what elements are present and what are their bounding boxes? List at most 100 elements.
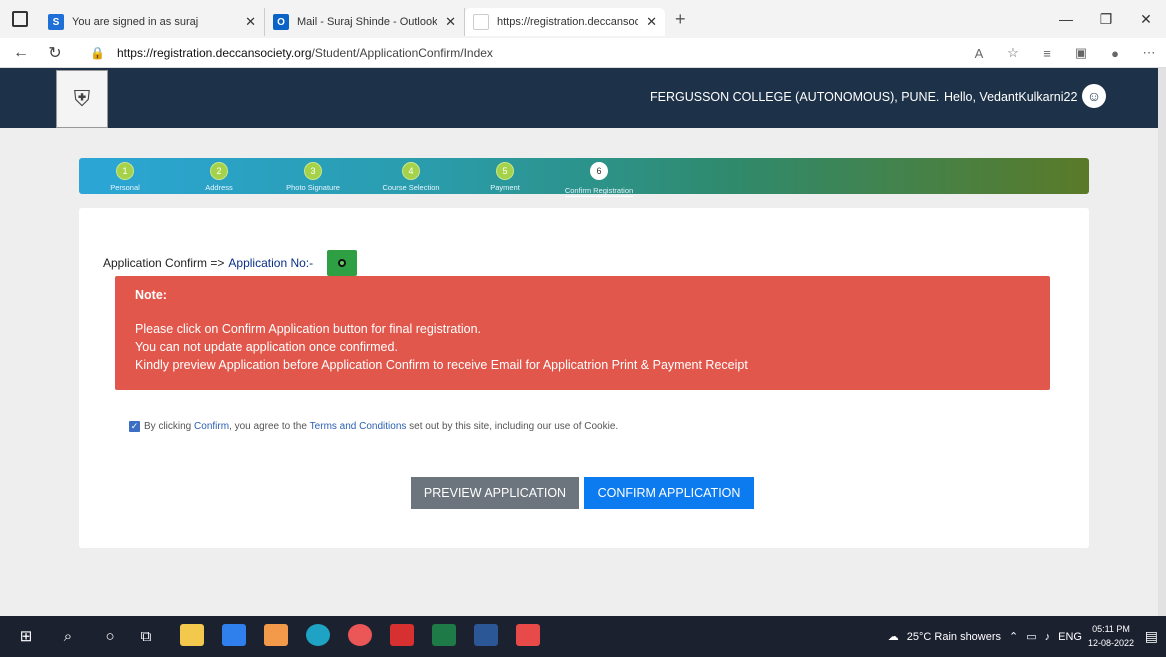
step-label: Address — [205, 183, 233, 192]
firefox-icon[interactable] — [264, 624, 288, 646]
note-line: You can not update application once conf… — [135, 340, 398, 354]
college-logo[interactable]: ⛨ — [56, 70, 108, 128]
browser-tab-active[interactable]: https://registration.deccansociet ✕ — [465, 8, 665, 36]
close-tab-icon[interactable]: ✕ — [646, 14, 657, 30]
note-line: Please click on Confirm Application butt… — [135, 322, 482, 336]
url-domain: https://registration.deccansociety.org — [116, 45, 312, 60]
step-number: 5 — [496, 162, 514, 180]
step-label: Payment — [490, 183, 520, 192]
confirm-application-button[interactable]: CONFIRM APPLICATION — [584, 477, 754, 509]
step-number: 4 — [402, 162, 420, 180]
confirm-link[interactable]: Confirm — [194, 421, 229, 432]
tab-title: You are signed in as suraj — [72, 16, 199, 28]
system-tray: ☁ 25°C Rain showers ⌃ ▭ ♪ ENG — [880, 616, 1082, 657]
browser-tab-strip: S You are signed in as suraj ✕ O Mail - … — [0, 0, 1166, 38]
agree-text: By clicking — [144, 421, 192, 432]
read-aloud-icon[interactable]: A — [962, 46, 996, 61]
step-number: 1 — [116, 162, 134, 180]
task-view-icon[interactable]: ⧉ — [134, 624, 158, 648]
browser-toolbar-icons: A ☆ ≡ ▣ ● ⋯ — [962, 38, 1166, 68]
note-title: Note: — [135, 288, 167, 302]
address-bar-row: ← ↻ 🔒 https://registration.deccansociety… — [0, 38, 1166, 68]
application-number-line: Application Confirm => Application No:- — [103, 250, 358, 276]
application-status-button[interactable] — [327, 250, 358, 276]
tray-chevron-icon[interactable]: ⌃ — [1009, 630, 1018, 643]
address-bar[interactable]: https://registration.deccansociety.org/S… — [117, 46, 493, 60]
url-path: /Student/ApplicationConfirm/Index — [311, 45, 493, 60]
app-icon[interactable] — [516, 624, 540, 646]
page-viewport: ⛨ FERGUSSON COLLEGE (AUTONOMOUS), PUNE. … — [0, 68, 1158, 616]
browser-tab[interactable]: S You are signed in as suraj ✕ — [40, 8, 265, 36]
chrome-icon[interactable] — [348, 624, 372, 646]
step-payment[interactable]: 5 Payment — [465, 162, 545, 192]
clock-time: 05:11 PM — [1092, 624, 1130, 634]
step-number: 6 — [590, 162, 608, 180]
clock[interactable]: 05:11 PM 12-08-2022 — [1086, 622, 1136, 650]
tab-title: Mail - Suraj Shinde - Outlook — [297, 16, 438, 28]
page-scrollbar[interactable] — [1158, 68, 1166, 616]
excel-icon[interactable] — [432, 624, 456, 646]
maximize-icon[interactable]: ❐ — [1086, 11, 1126, 28]
minimize-icon[interactable]: — — [1046, 11, 1086, 27]
step-label: Confirm Registration — [564, 186, 634, 197]
registration-stepper: 1 Personal 2 Address 3 Photo Signature 4… — [79, 158, 1089, 197]
weather-text[interactable]: 25°C Rain showers — [907, 631, 1001, 643]
step-number: 3 — [304, 162, 322, 180]
volume-icon[interactable]: ♪ — [1045, 631, 1051, 643]
browser-tab[interactable]: O Mail - Suraj Shinde - Outlook ✕ — [265, 8, 465, 36]
step-number: 2 — [210, 162, 228, 180]
more-menu-icon[interactable]: ⋯ — [1132, 45, 1166, 61]
close-tab-icon[interactable]: ✕ — [445, 14, 456, 30]
college-name: FERGUSSON COLLEGE (AUTONOMOUS), PUNE. — [650, 90, 940, 104]
step-label: Personal — [110, 183, 140, 192]
step-label: Course Selection — [382, 183, 440, 192]
back-icon[interactable]: ← — [8, 44, 34, 62]
user-greeting[interactable]: Hello, VedantKulkarni22 — [944, 90, 1077, 104]
application-confirm-label: Application Confirm => — [103, 256, 225, 270]
tab-title: https://registration.deccansociet — [497, 16, 639, 28]
step-personal[interactable]: 1 Personal — [85, 162, 165, 192]
network-icon[interactable]: ▭ — [1026, 630, 1036, 643]
windows-start-icon[interactable]: ⊞ — [14, 624, 38, 648]
profile-icon[interactable]: ● — [1098, 46, 1132, 61]
file-explorer-icon[interactable] — [180, 624, 204, 646]
page-icon — [473, 14, 489, 30]
agree-checkbox[interactable]: ✓ — [129, 421, 140, 432]
note-line: Kindly preview Application before Applic… — [135, 358, 748, 372]
word-icon[interactable] — [474, 624, 498, 646]
close-tab-icon[interactable]: ✕ — [245, 14, 256, 30]
window-controls: — ❐ ✕ — [1046, 0, 1166, 38]
tab-actions-icon[interactable] — [12, 11, 28, 27]
step-course-selection[interactable]: 4 Course Selection — [371, 162, 451, 192]
step-confirm-registration[interactable]: 6 Confirm Registration — [555, 162, 643, 198]
collections-icon[interactable]: ▣ — [1064, 45, 1098, 61]
favorites-list-icon[interactable]: ≡ — [1030, 46, 1064, 61]
refresh-icon[interactable]: ↻ — [42, 43, 68, 63]
mail-icon[interactable] — [222, 624, 246, 646]
pdf-reader-icon[interactable] — [390, 624, 414, 646]
agree-text: set out by this site, including our use … — [409, 421, 619, 432]
notification-icon[interactable]: ▤ — [1145, 628, 1158, 645]
confirm-card: Application Confirm => Application No:- … — [79, 208, 1089, 548]
search-icon[interactable]: ⌕ — [56, 624, 80, 648]
note-alert: Note: Please click on Confirm Applicatio… — [115, 276, 1050, 390]
terms-agreement: ✓ By clicking Confirm, you agree to the … — [129, 421, 618, 432]
lock-icon[interactable]: 🔒 — [90, 46, 105, 60]
application-no-label: Application No:- — [228, 256, 314, 270]
favorite-star-icon[interactable]: ☆ — [996, 45, 1030, 61]
language-indicator[interactable]: ENG — [1058, 631, 1082, 643]
new-tab-button[interactable]: + — [675, 9, 686, 30]
step-label: Photo Signature — [286, 183, 340, 192]
clock-date: 12-08-2022 — [1087, 638, 1135, 648]
step-photo-signature[interactable]: 3 Photo Signature — [273, 162, 353, 192]
terms-link[interactable]: Terms and Conditions — [310, 421, 407, 432]
step-address[interactable]: 2 Address — [179, 162, 259, 192]
edge-icon[interactable] — [306, 624, 330, 646]
site-icon: S — [48, 14, 64, 30]
close-window-icon[interactable]: ✕ — [1126, 11, 1166, 28]
cortana-icon[interactable]: ○ — [98, 624, 122, 648]
outlook-icon: O — [273, 14, 289, 30]
user-avatar-icon[interactable]: ☺ — [1082, 84, 1106, 108]
preview-application-button[interactable]: PREVIEW APPLICATION — [411, 477, 579, 509]
weather-icon[interactable]: ☁ — [888, 630, 899, 643]
